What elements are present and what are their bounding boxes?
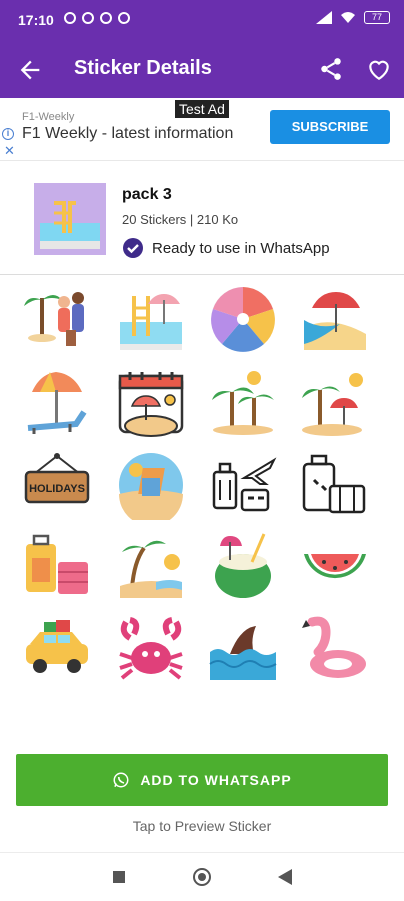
ad-info-icon[interactable]: i — [2, 128, 14, 140]
status-bar: 17:10 77 — [0, 0, 404, 40]
back-icon[interactable] — [278, 869, 292, 885]
ad-advertiser: F1-Weekly — [22, 111, 75, 123]
system-nav-bar — [0, 852, 404, 901]
check-circle-icon — [123, 238, 143, 258]
home-icon[interactable] — [193, 868, 211, 886]
colorful-suitcases-icon[interactable] — [22, 532, 92, 602]
ad-close-icon[interactable]: ✕ — [4, 143, 15, 159]
suitcases-icon[interactable] — [300, 450, 370, 520]
battery-icon: 77 — [364, 11, 390, 24]
shark-fin-icon[interactable] — [208, 614, 278, 684]
messenger-icon — [100, 12, 112, 24]
svg-text:HOLIDAYS: HOLIDAYS — [29, 483, 85, 495]
holidays-sign-icon[interactable]: HOLIDAYS — [22, 450, 92, 520]
palm-trees-sun-icon[interactable] — [208, 368, 278, 438]
crab-icon[interactable] — [116, 614, 186, 684]
favorite-heart-icon[interactable] — [366, 56, 392, 82]
reddit-icon — [118, 12, 130, 24]
beach-chair-icon[interactable] — [116, 450, 186, 520]
pack-name: pack 3 — [122, 186, 172, 203]
flamingo-float-icon[interactable] — [300, 614, 370, 684]
bell-icon — [82, 12, 94, 24]
share-icon[interactable] — [318, 56, 344, 82]
back-arrow-icon[interactable] — [16, 56, 44, 84]
beach-umbrella-shore-icon[interactable] — [300, 284, 370, 354]
app-bar: Sticker Details — [0, 40, 404, 98]
status-time: 17:10 — [18, 12, 54, 28]
island-palm-icon[interactable] — [300, 368, 370, 438]
pack-meta: 20 Stickers | 210 Ko — [122, 212, 239, 227]
divider — [0, 274, 404, 275]
recents-icon[interactable] — [113, 871, 125, 883]
add-to-whatsapp-label: ADD TO WHATSAPP — [140, 772, 292, 788]
palm-beach-sun-icon[interactable] — [116, 532, 186, 602]
sunbed-umbrella-icon[interactable] — [22, 368, 92, 438]
ready-text: Ready to use in WhatsApp — [152, 239, 330, 257]
signal-icon — [316, 11, 332, 24]
ad-test-tag: Test Ad — [175, 100, 229, 118]
alarm-icon — [64, 12, 76, 24]
whatsapp-icon — [113, 772, 129, 788]
pack-thumbnail-icon — [34, 183, 106, 255]
calendar-beach-icon[interactable] — [116, 368, 186, 438]
notification-icons — [64, 12, 130, 24]
ready-status: Ready to use in WhatsApp — [122, 237, 330, 259]
pool-ladder-icon[interactable] — [116, 284, 186, 354]
ad-subscribe-button[interactable]: SUBSCRIBE — [270, 110, 390, 144]
watermelon-icon[interactable] — [300, 532, 370, 602]
coconut-drink-icon[interactable] — [208, 532, 278, 602]
page-title: Sticker Details — [74, 57, 212, 79]
couple-palm-icon[interactable] — [22, 284, 92, 354]
ad-headline[interactable]: F1 Weekly - latest information — [22, 125, 233, 143]
status-right: 77 — [316, 11, 390, 24]
preview-hint: Tap to Preview Sticker — [132, 818, 272, 834]
wifi-icon — [341, 12, 355, 23]
car-luggage-icon[interactable] — [22, 614, 92, 684]
beach-ball-icon[interactable] — [208, 284, 278, 354]
add-to-whatsapp-button[interactable]: ADD TO WHATSAPP — [16, 754, 388, 806]
luggage-plane-icon[interactable] — [208, 450, 278, 520]
